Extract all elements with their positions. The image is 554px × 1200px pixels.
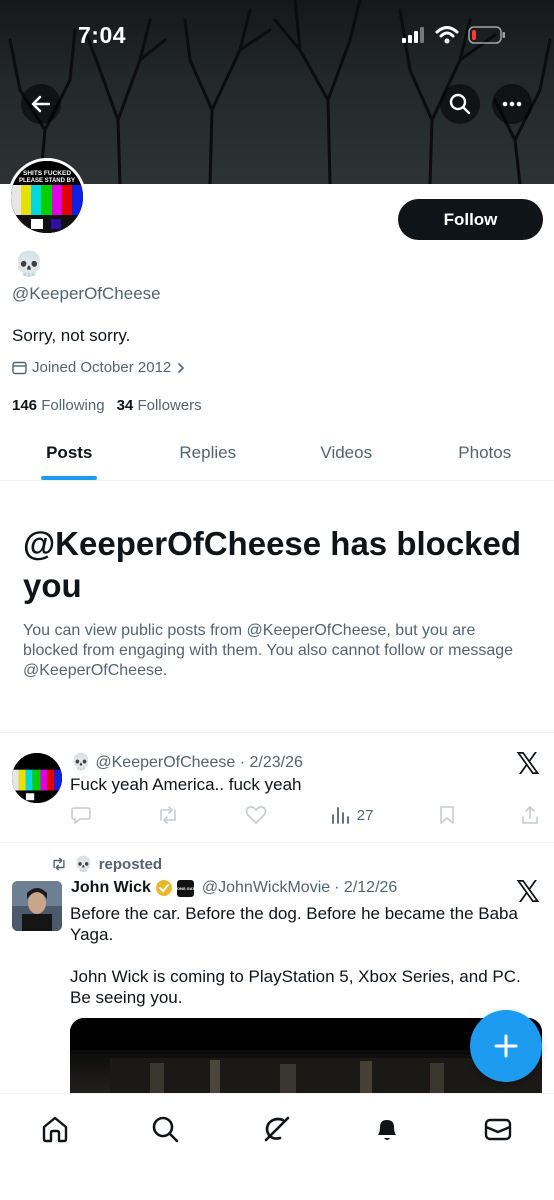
like-icon[interactable]: [245, 805, 267, 825]
test-pattern-avatar: SHITS FUCKED PLEASE STAND BY: [11, 161, 83, 233]
mail-icon: [484, 1118, 512, 1141]
blocked-notice: @KeeperOfCheese has blocked you You can …: [0, 481, 554, 733]
search-icon: [449, 93, 471, 115]
following-link[interactable]: 146 Following: [12, 397, 105, 414]
back-arrow-icon: [31, 95, 51, 113]
followers-label: Followers: [137, 397, 202, 414]
affiliate-badge-text: LIONS GATE: [173, 885, 198, 891]
nav-search[interactable]: [148, 1112, 182, 1146]
repost-icon[interactable]: [156, 805, 180, 825]
post-author-name[interactable]: 💀: [71, 754, 91, 771]
repost-emoji: 💀: [74, 856, 93, 873]
nav-grok[interactable]: [260, 1112, 294, 1146]
joined-date[interactable]: Joined October 2012: [12, 359, 186, 376]
share-icon[interactable]: [520, 805, 540, 825]
calendar-icon: [12, 361, 27, 375]
repost-label: reposted: [98, 855, 163, 873]
profile-avatar[interactable]: SHITS FUCKED PLEASE STAND BY: [8, 158, 86, 236]
post-date: · 2/23/26: [239, 754, 303, 771]
post-meta: 💀 @KeeperOfCheese · 2/23/26: [71, 752, 303, 772]
chevron-right-icon: [178, 362, 185, 373]
bottom-nav: [0, 1093, 554, 1200]
bell-icon: [378, 1120, 396, 1140]
post-handle[interactable]: @KeeperOfCheese: [95, 754, 235, 771]
tab-photos[interactable]: Photos: [416, 426, 554, 480]
affiliate-badge: LIONS GATE: [173, 879, 197, 897]
compose-button[interactable]: [470, 1010, 542, 1082]
signal-icon: [402, 27, 424, 43]
display-name: 💀: [14, 251, 44, 278]
battery-icon: [468, 26, 505, 44]
reply-icon[interactable]: [70, 805, 92, 825]
post-date: · 2/12/26: [334, 879, 398, 896]
post-meta: John Wick LIONS GATE @JohnWickMovie · 2/…: [71, 879, 397, 897]
tab-videos[interactable]: Videos: [277, 426, 416, 480]
joined-label: Joined October 2012: [32, 359, 172, 376]
x-logo-icon: 𝕏: [515, 747, 540, 782]
post-text-line1: Before the car. Before the dog. Before h…: [70, 904, 518, 944]
blocked-title: @KeeperOfCheese has blocked you: [23, 525, 522, 604]
repost-indicator: 💀 reposted: [50, 855, 162, 873]
followers-count: 34: [116, 397, 134, 414]
tab-replies[interactable]: Replies: [139, 426, 278, 480]
profile-handle: @KeeperOfCheese: [12, 284, 161, 303]
post-text: Fuck yeah America.. fuck yeah: [70, 775, 302, 794]
post-item[interactable]: 💀 @KeeperOfCheese · 2/23/26 Fuck yeah Am…: [0, 733, 554, 843]
post-handle[interactable]: @JohnWickMovie: [202, 879, 330, 897]
post-avatar[interactable]: [12, 881, 62, 931]
nav-notifications[interactable]: [370, 1112, 404, 1146]
john-wick-avatar: [12, 881, 62, 931]
test-pattern-avatar: [12, 753, 62, 803]
profile-tabs: Posts Replies Videos Photos: [0, 426, 554, 481]
more-button[interactable]: [492, 84, 532, 124]
wifi-icon: [435, 26, 459, 44]
avatar-text-1: SHITS FUCKED: [23, 170, 71, 177]
nav-home[interactable]: [38, 1112, 72, 1146]
follow-button[interactable]: Follow: [398, 199, 543, 240]
nav-messages[interactable]: [481, 1112, 515, 1146]
views-stat[interactable]: 27: [331, 806, 374, 824]
avatar-text-2: PLEASE STAND BY: [19, 178, 75, 184]
search-icon: [152, 1116, 179, 1143]
followers-link[interactable]: 34 Followers: [117, 397, 202, 414]
more-icon: [502, 101, 522, 107]
post-avatar[interactable]: [12, 753, 62, 803]
grok-icon: [264, 1116, 290, 1142]
following-count: 146: [12, 397, 38, 414]
tab-posts[interactable]: Posts: [0, 426, 139, 480]
blocked-text: You can view public posts from @KeeperOf…: [23, 622, 514, 679]
plus-icon: [494, 1034, 518, 1058]
back-button[interactable]: [21, 84, 61, 124]
follow-stats: 146 Following 34 Followers: [12, 397, 202, 414]
repost-icon: [53, 857, 65, 871]
status-icons: [402, 26, 506, 44]
views-count: 27: [356, 806, 374, 824]
views-icon: [331, 807, 349, 824]
profile-bio: Sorry, not sorry.: [12, 326, 131, 345]
home-icon: [42, 1116, 68, 1143]
following-label: Following: [41, 397, 105, 414]
post-text-line2: John Wick is coming to PlayStation 5, Xb…: [70, 967, 521, 1007]
profile-banner: 7:04: [0, 0, 554, 184]
post-author-name[interactable]: John Wick: [71, 879, 151, 897]
search-button[interactable]: [440, 84, 480, 124]
post-text: Before the car. Before the dog. Before h…: [70, 903, 540, 1008]
status-time: 7:04: [78, 22, 127, 48]
post-actions: 27: [70, 805, 540, 825]
bookmark-icon[interactable]: [438, 805, 456, 825]
verified-badge-icon: [155, 880, 172, 896]
